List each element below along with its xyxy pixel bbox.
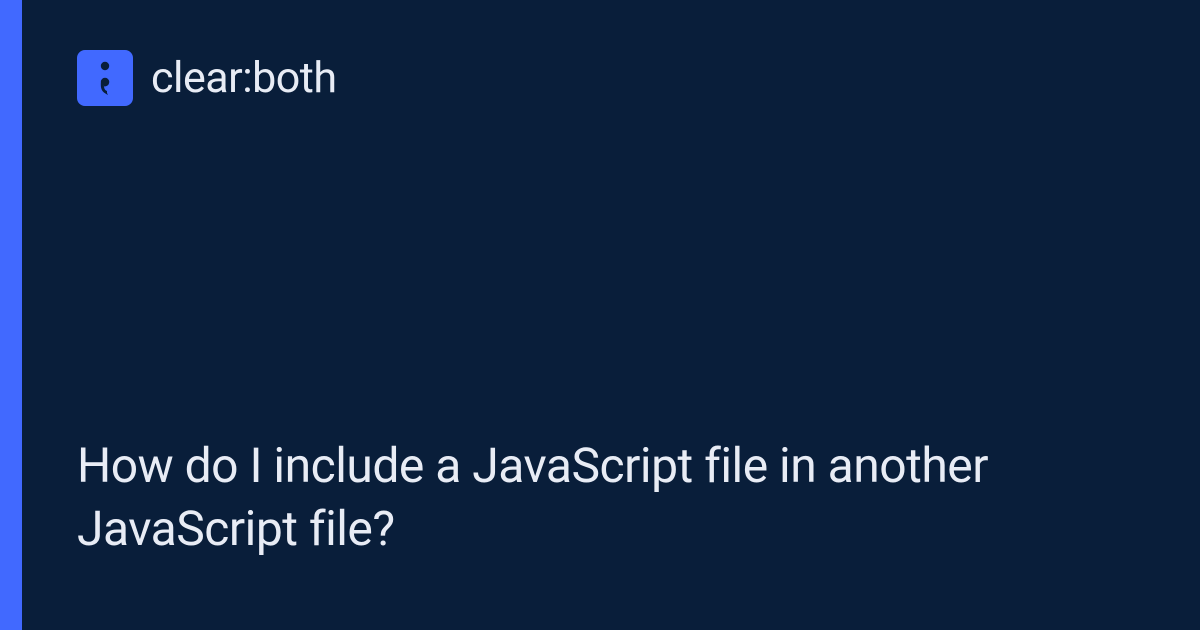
logo-icon [77, 50, 133, 106]
spacer [77, 106, 1145, 435]
page-heading: How do I include a JavaScript file in an… [77, 435, 1077, 560]
content-area: clear:both How do I include a JavaScript… [22, 0, 1200, 630]
brand-name: clear:both [151, 53, 337, 103]
semicolon-icon [91, 58, 119, 98]
accent-bar [0, 0, 22, 630]
header: clear:both [77, 50, 1145, 106]
